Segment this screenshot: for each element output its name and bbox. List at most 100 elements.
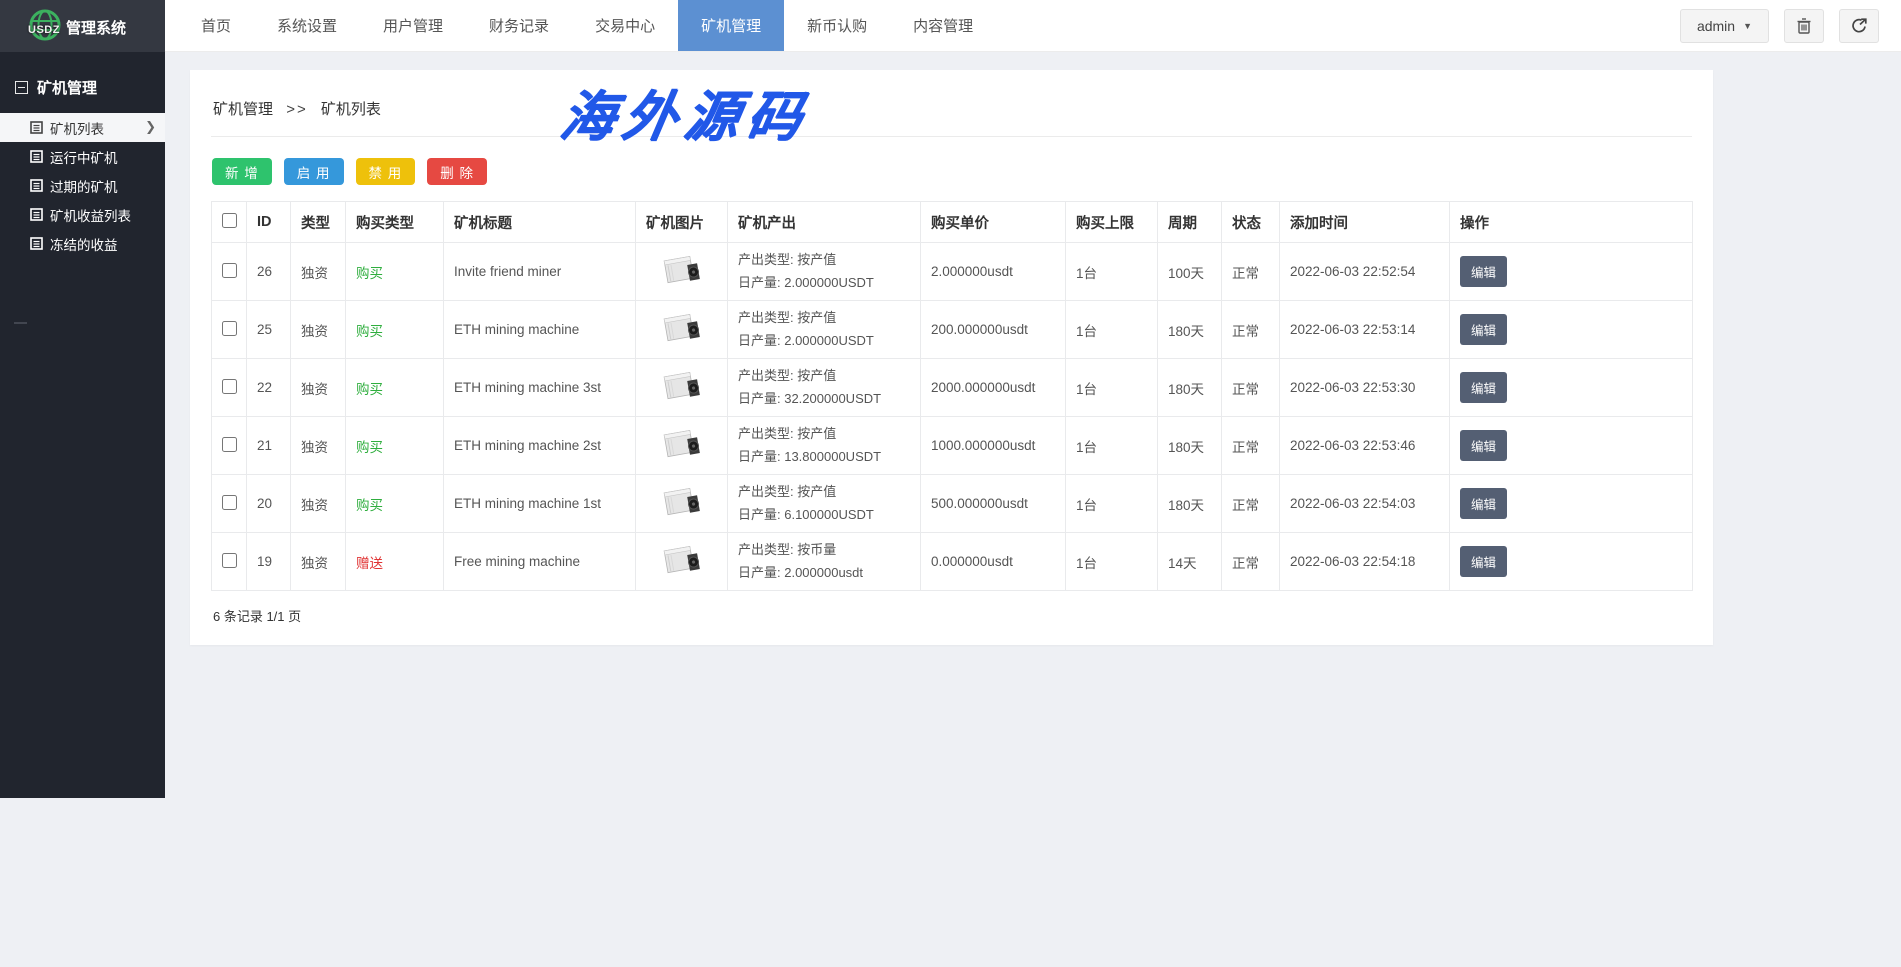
cell-type: 独资 <box>291 359 346 417</box>
output-type: 产出类型: 按产值 <box>738 365 920 388</box>
sidebar-group-miner-management[interactable]: 矿机管理 <box>0 52 165 113</box>
cell-title: ETH mining machine 1st <box>444 475 636 533</box>
cell-status: 正常 <box>1222 359 1280 417</box>
row-checkbox[interactable] <box>222 379 237 394</box>
cell-actions: 编辑 <box>1450 417 1693 475</box>
cell-id: 21 <box>247 417 291 475</box>
row-checkbox[interactable] <box>222 263 237 278</box>
cell-output: 产出类型: 按产值日产量: 13.800000USDT <box>728 417 921 475</box>
cell-actions: 编辑 <box>1450 359 1693 417</box>
daily-output: 日产量: 2.000000usdt <box>738 562 920 585</box>
cell-price: 200.000000usdt <box>921 301 1066 359</box>
cell-title: Invite friend miner <box>444 243 636 301</box>
delete-button[interactable]: 删 除 <box>427 158 487 185</box>
cell-id: 20 <box>247 475 291 533</box>
cell-buy-type: 购买 <box>346 417 444 475</box>
disable-button[interactable]: 禁 用 <box>356 158 416 185</box>
enable-button[interactable]: 启 用 <box>284 158 344 185</box>
cell-actions: 编辑 <box>1450 301 1693 359</box>
cell-image <box>636 533 728 591</box>
edit-button[interactable]: 编辑 <box>1460 314 1507 345</box>
column-header: 购买单价 <box>921 202 1066 243</box>
sidebar-item-running-miners[interactable]: 运行中矿机❯ <box>0 142 165 171</box>
cell-type: 独资 <box>291 301 346 359</box>
list-icon <box>30 179 43 192</box>
column-header: 类型 <box>291 202 346 243</box>
cell-limit: 1台 <box>1066 417 1158 475</box>
output-type: 产出类型: 按币量 <box>738 539 920 562</box>
breadcrumb-page[interactable]: 矿机列表 <box>321 101 381 118</box>
miner-row-25: 25独资购买ETH mining machine产出类型: 按产值日产量: 2.… <box>212 301 1693 359</box>
chevron-right-icon: ❯ <box>145 120 156 135</box>
nav-item-home[interactable]: 首页 <box>178 0 254 51</box>
edit-button[interactable]: 编辑 <box>1460 256 1507 287</box>
row-select-cell <box>212 243 247 301</box>
clear-cache-button[interactable] <box>1784 9 1824 43</box>
nav-item-new-coin-subscription[interactable]: 新币认购 <box>784 0 890 51</box>
row-checkbox[interactable] <box>222 553 237 568</box>
column-header: 矿机标题 <box>444 202 636 243</box>
cell-type: 独资 <box>291 533 346 591</box>
cell-actions: 编辑 <box>1450 533 1693 591</box>
cell-period: 100天 <box>1158 243 1222 301</box>
cell-id: 25 <box>247 301 291 359</box>
cell-title: Free mining machine <box>444 533 636 591</box>
miner-machine-image <box>658 307 706 349</box>
edit-button[interactable]: 编辑 <box>1460 430 1507 461</box>
logout-button[interactable] <box>1839 9 1879 43</box>
admin-dropdown[interactable]: admin ▼ <box>1680 9 1769 43</box>
cell-period: 14天 <box>1158 533 1222 591</box>
nav-item-finance-records[interactable]: 财务记录 <box>466 0 572 51</box>
select-all-cell <box>212 202 247 243</box>
sidebar-item-miner-list[interactable]: 矿机列表❯ <box>0 113 165 142</box>
output-type: 产出类型: 按产值 <box>738 249 920 272</box>
admin-username: admin <box>1697 18 1735 34</box>
cell-period: 180天 <box>1158 475 1222 533</box>
nav-item-content-management[interactable]: 内容管理 <box>890 0 996 51</box>
edit-button[interactable]: 编辑 <box>1460 546 1507 577</box>
cell-output: 产出类型: 按产值日产量: 2.000000USDT <box>728 243 921 301</box>
cell-type: 独资 <box>291 417 346 475</box>
daily-output: 日产量: 13.800000USDT <box>738 446 920 469</box>
add-button[interactable]: 新 增 <box>212 158 272 185</box>
edit-button[interactable]: 编辑 <box>1460 488 1507 519</box>
sidebar-item-frozen-income[interactable]: 冻结的收益❯ <box>0 229 165 258</box>
cell-status: 正常 <box>1222 475 1280 533</box>
nav-item-trade-center[interactable]: 交易中心 <box>572 0 678 51</box>
breadcrumb-divider <box>211 136 1692 137</box>
row-checkbox[interactable] <box>222 495 237 510</box>
trash-icon <box>1796 17 1812 34</box>
breadcrumb-separator: >> <box>286 101 308 118</box>
cell-image <box>636 301 728 359</box>
nav-item-miner-management[interactable]: 矿机管理 <box>678 0 784 51</box>
cell-output: 产出类型: 按产值日产量: 2.000000USDT <box>728 301 921 359</box>
miner-machine-image <box>658 539 706 581</box>
row-select-cell <box>212 359 247 417</box>
logo-text: USDZ <box>28 24 60 36</box>
miner-machine-image <box>658 423 706 465</box>
list-icon <box>30 237 43 250</box>
cell-id: 26 <box>247 243 291 301</box>
nav-item-system-settings[interactable]: 系统设置 <box>254 0 360 51</box>
sidebar-item-miner-income-list[interactable]: 矿机收益列表❯ <box>0 200 165 229</box>
row-checkbox[interactable] <box>222 437 237 452</box>
cell-limit: 1台 <box>1066 243 1158 301</box>
select-all-checkbox[interactable] <box>222 213 237 228</box>
sidebar-item-expired-miners[interactable]: 过期的矿机❯ <box>0 171 165 200</box>
list-icon <box>30 208 43 221</box>
edit-button[interactable]: 编辑 <box>1460 372 1507 403</box>
logo-title: 管理系统 <box>66 17 126 38</box>
cell-price: 1000.000000usdt <box>921 417 1066 475</box>
cell-buy-type: 购买 <box>346 243 444 301</box>
cell-output: 产出类型: 按币量日产量: 2.000000usdt <box>728 533 921 591</box>
breadcrumb-section[interactable]: 矿机管理 <box>213 101 273 118</box>
cell-output: 产出类型: 按产值日产量: 32.200000USDT <box>728 359 921 417</box>
cell-period: 180天 <box>1158 359 1222 417</box>
row-checkbox[interactable] <box>222 321 237 336</box>
nav-item-user-management[interactable]: 用户管理 <box>360 0 466 51</box>
cell-type: 独资 <box>291 243 346 301</box>
cell-price: 500.000000usdt <box>921 475 1066 533</box>
output-type: 产出类型: 按产值 <box>738 307 920 330</box>
row-select-cell <box>212 475 247 533</box>
cell-buy-type: 购买 <box>346 359 444 417</box>
